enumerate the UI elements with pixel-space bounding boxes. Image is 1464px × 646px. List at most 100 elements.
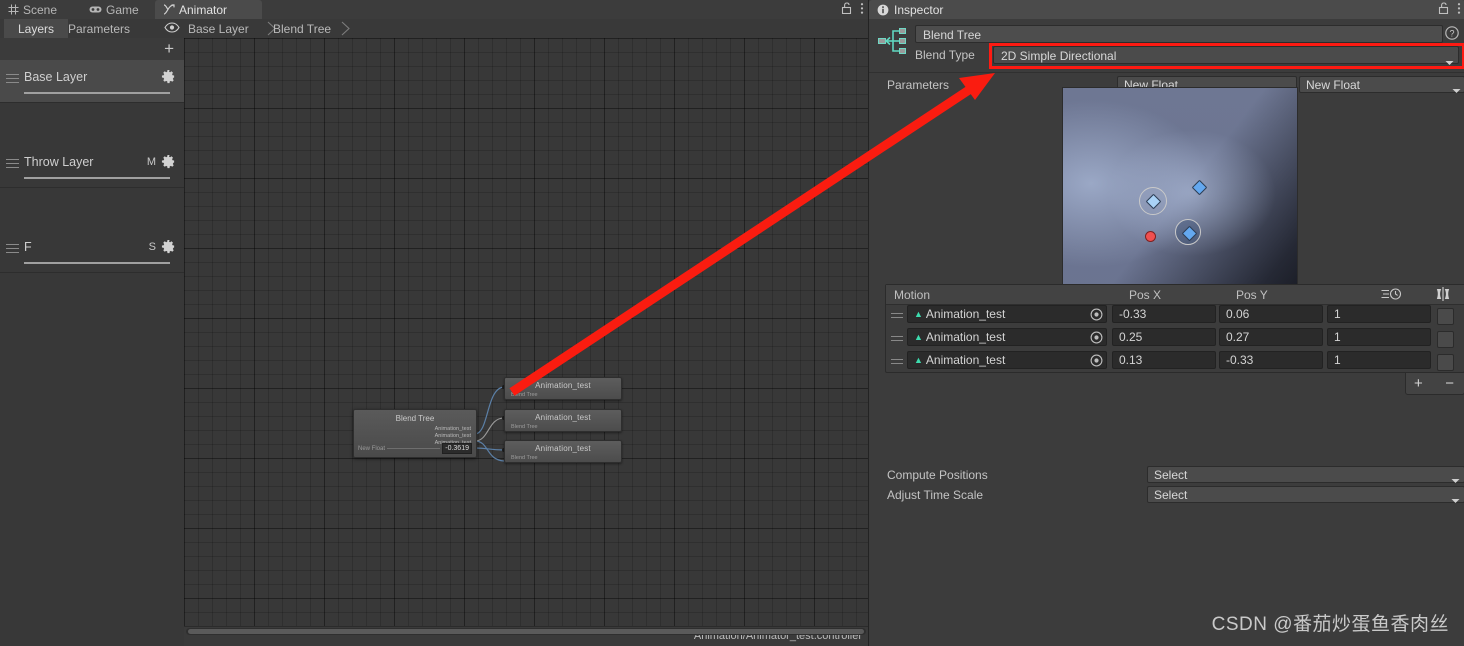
breadcrumb-base-layer[interactable]: Base Layer	[188, 19, 249, 38]
tab-inspector[interactable]: Inspector	[869, 0, 1464, 19]
blend-cursor-dot[interactable]	[1145, 231, 1156, 242]
layer-badge: M	[146, 156, 156, 168]
lock-icon[interactable]	[1438, 2, 1449, 17]
graph-state-node[interactable]: Animation_test Blend Tree	[504, 409, 622, 432]
parameter-y-dropdown[interactable]: New Float	[1299, 76, 1464, 93]
graph-node-output-1: Animation_test	[434, 433, 471, 439]
motion-object-field[interactable]: ▲ Animation_test	[907, 351, 1107, 369]
parameter-y-value: New Float	[1306, 78, 1361, 92]
tab-animator-label: Animator	[179, 2, 228, 17]
svg-text:?: ?	[1449, 28, 1454, 38]
gear-icon[interactable]	[161, 69, 176, 87]
object-picker-icon[interactable]	[1090, 308, 1103, 326]
object-picker-icon[interactable]	[1090, 331, 1103, 349]
kebab-menu-icon[interactable]	[1457, 2, 1461, 18]
adjust-time-scale-dropdown[interactable]: Select	[1147, 486, 1464, 503]
animator-graph-canvas[interactable]: Blend Tree Animation_test Animation_test…	[184, 38, 868, 626]
mirror-checkbox[interactable]	[1437, 308, 1454, 325]
graph-state-title: Animation_test	[535, 444, 591, 453]
help-icon[interactable]: ?	[1445, 26, 1459, 43]
tab-game[interactable]: Game	[81, 0, 149, 19]
graph-state-node[interactable]: Animation_test Blend Tree	[504, 440, 622, 463]
animation-clip-icon: ▲	[914, 332, 923, 342]
add-motion-button[interactable]: +	[1414, 375, 1423, 392]
drag-handle-icon[interactable]	[6, 244, 19, 253]
layer-item-throw-layer[interactable]: Throw Layer M	[0, 145, 184, 188]
pos-x-field[interactable]: -0.33	[1112, 305, 1216, 323]
add-layer-button[interactable]: +	[164, 40, 174, 58]
breadcrumb-chevron-icon-2	[341, 21, 350, 36]
blend-type-dropdown[interactable]: 2D Simple Directional	[993, 46, 1459, 65]
tab-scene[interactable]: Scene	[0, 0, 67, 19]
kebab-menu-icon[interactable]	[860, 2, 864, 18]
drag-handle-icon[interactable]	[6, 74, 19, 83]
layer-weight-bar	[24, 92, 170, 94]
gear-icon[interactable]	[161, 154, 176, 172]
graph-node-parameter-slider[interactable]	[387, 448, 441, 449]
graph-state-node[interactable]: Animation_test Blend Tree	[504, 377, 622, 400]
graph-state-title: Animation_test	[535, 413, 591, 422]
animator-sub-toolbar: Layers Parameters Base Layer Blend Tree	[0, 19, 868, 39]
graph-node-parameter-row[interactable]: New Float -0.3619	[358, 443, 472, 454]
motion-name: Animation_test	[925, 330, 1006, 344]
layer-name: Base Layer	[24, 70, 88, 84]
graph-node-parameter-value[interactable]: -0.3619	[442, 443, 472, 454]
compute-positions-dropdown[interactable]: Select	[1147, 466, 1464, 483]
graph-state-subtitle: Blend Tree	[511, 455, 538, 461]
breadcrumb-blend-tree[interactable]: Blend Tree	[273, 19, 331, 38]
grid-icon	[8, 4, 19, 15]
object-picker-icon[interactable]	[1090, 354, 1103, 372]
time-scale-field[interactable]: 1	[1327, 328, 1431, 346]
tab-inspector-label: Inspector	[894, 2, 944, 17]
pos-y-field[interactable]: 0.06	[1219, 305, 1323, 323]
animation-clip-icon: ▲	[914, 309, 923, 319]
table-row[interactable]: ▲ Animation_test 0.25 0.27 1	[886, 328, 1464, 350]
mirror-checkbox[interactable]	[1437, 354, 1454, 371]
motion-table-header: Motion Pos X Pos Y	[886, 285, 1464, 305]
lock-icon[interactable]	[841, 2, 852, 17]
drag-handle-icon[interactable]	[6, 159, 19, 168]
breadcrumb-blend-tree-label: Blend Tree	[273, 21, 332, 36]
inspector-body: Blend Tree ? Blend Type 2D Simple Direct…	[869, 19, 1464, 646]
graph-node-output-0: Animation_test	[434, 426, 471, 432]
time-scale-field[interactable]: 1	[1327, 305, 1431, 323]
column-header-pos-x: Pos X	[1129, 288, 1162, 302]
motion-object-field[interactable]: ▲ Animation_test	[907, 305, 1107, 323]
drag-handle-icon[interactable]	[891, 336, 903, 342]
drag-handle-icon[interactable]	[891, 313, 903, 319]
motion-name: Animation_test	[925, 353, 1006, 367]
subtab-parameters[interactable]: Parameters	[54, 19, 144, 38]
blend-tree-name-field[interactable]: Blend Tree	[915, 25, 1443, 43]
tab-animator[interactable]: Animator	[155, 0, 262, 19]
graph-state-subtitle: Blend Tree	[511, 392, 538, 398]
layer-name: Throw Layer	[24, 155, 94, 169]
animator-tab-strip: Scene Game Animator	[0, 0, 868, 20]
pos-x-field[interactable]: 0.13	[1112, 351, 1216, 369]
remove-motion-button[interactable]: −	[1445, 375, 1454, 392]
inspector-divider	[869, 72, 1464, 73]
pos-y-field[interactable]: -0.33	[1219, 351, 1323, 369]
table-row[interactable]: ▲ Animation_test -0.33 0.06 1	[886, 305, 1464, 327]
drag-handle-icon[interactable]	[891, 359, 903, 365]
gear-icon[interactable]	[161, 239, 176, 257]
animator-icon	[163, 4, 175, 15]
layers-panel: + Base Layer Throw Layer M F S	[0, 38, 185, 646]
graph-connections	[473, 385, 506, 462]
motion-table: Motion Pos X Pos Y ▲ Animation_test -0.3…	[885, 284, 1464, 395]
eye-icon[interactable]	[164, 22, 180, 36]
column-header-pos-y: Pos Y	[1236, 288, 1268, 302]
layer-item-f[interactable]: F S	[0, 230, 184, 273]
mirror-icon	[1435, 286, 1451, 305]
time-scale-field[interactable]: 1	[1327, 351, 1431, 369]
graph-node-parameter-name: New Float	[358, 445, 386, 452]
parameters-label: Parameters	[887, 78, 950, 92]
mirror-checkbox[interactable]	[1437, 331, 1454, 348]
motion-object-field[interactable]: ▲ Animation_test	[907, 328, 1107, 346]
graph-horizontal-scrollbar[interactable]	[186, 628, 866, 635]
pos-y-field[interactable]: 0.27	[1219, 328, 1323, 346]
layer-item-base-layer[interactable]: Base Layer	[0, 60, 184, 103]
table-row[interactable]: ▲ Animation_test 0.13 -0.33 1	[886, 351, 1464, 373]
layer-add-bar: +	[0, 38, 184, 61]
pos-x-field[interactable]: 0.25	[1112, 328, 1216, 346]
graph-blend-tree-node[interactable]: Blend Tree Animation_test Animation_test…	[353, 409, 477, 458]
